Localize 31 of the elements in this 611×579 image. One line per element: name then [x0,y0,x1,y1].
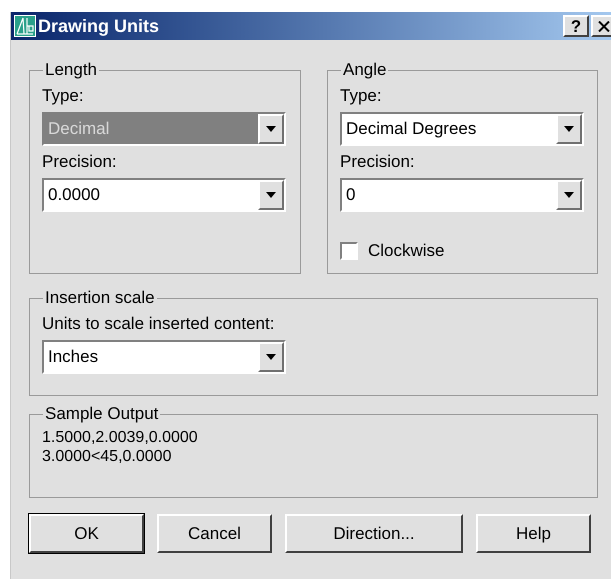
group-title: Angle [342,60,388,80]
dropdown-field[interactable]: 0 [340,178,584,212]
sample-output-line: 1.5000,2.0039,0.0000 [42,428,199,447]
group-title: Length [44,60,98,80]
field-label: Type: [340,86,383,106]
dropdown-value: Inches [47,346,100,368]
window-title: Drawing Units [38,14,160,38]
dropdown-value: Decimal [47,118,110,140]
dialog-button[interactable]: OK [29,514,144,553]
close-button[interactable] [591,15,611,37]
field-label: Units to scale inserted content: [42,314,276,334]
dialog-button[interactable]: Help [476,514,591,553]
sample-output-line: 3.0000<45,0.0000 [42,447,172,466]
dialog-button[interactable]: Direction... [285,514,463,553]
dropdown-value: Decimal Degrees [345,118,478,140]
dropdown-field[interactable]: Inches [42,340,286,374]
dropdown-field[interactable]: 0.0000 [42,178,286,212]
dropdown-value: 0.0000 [47,184,101,206]
dropdown-value: 0 [345,184,356,206]
close-icon [598,20,610,32]
field-label: Precision: [340,152,416,172]
app-icon [14,15,36,37]
dialog-button[interactable]: Cancel [157,514,272,553]
group-title: Sample Output [44,404,160,424]
group-title: Insertion scale [44,288,156,308]
clockwise-checkbox[interactable] [340,242,358,260]
dropdown-field[interactable]: Decimal Degrees [340,112,584,146]
field-label: Precision: [42,152,118,172]
checkbox-label: Clockwise [368,240,445,262]
help-button[interactable]: ? [563,15,589,37]
field-label: Type: [42,86,85,106]
